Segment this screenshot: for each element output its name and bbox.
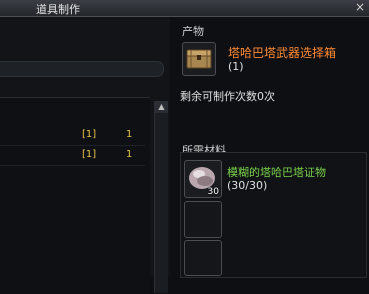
- list-item[interactable]: [1] 1: [0, 148, 145, 166]
- scroll-up-icon[interactable]: ▲: [155, 101, 168, 113]
- window-title: 道具制作: [36, 3, 80, 16]
- list-item[interactable]: [1] 1: [0, 128, 145, 146]
- list-item-tag: [1]: [82, 149, 97, 160]
- window-titlebar[interactable]: 道具制作 ×: [0, 0, 369, 17]
- remaining-crafts: 剩余可制作次数0次: [180, 90, 275, 103]
- close-icon[interactable]: ×: [355, 0, 365, 14]
- list-item-count: 1: [126, 129, 133, 140]
- list-item-count: 1: [126, 149, 133, 160]
- material-slot-empty[interactable]: [184, 240, 222, 276]
- product-section-label: 产物: [182, 25, 204, 38]
- product-quantity: (1): [228, 60, 244, 73]
- category-strip[interactable]: [0, 61, 164, 77]
- recipe-scrollbar[interactable]: ▲: [154, 101, 168, 293]
- treasure-box-icon: [186, 49, 212, 69]
- product-icon-slot[interactable]: [182, 42, 216, 76]
- material-icon-slot[interactable]: 30: [184, 160, 222, 198]
- material-quantity: (30/30): [227, 179, 268, 192]
- list-item-tag: [1]: [82, 129, 97, 140]
- recipe-panel: [1] 1 [1] 1 ▲: [0, 17, 170, 294]
- recipe-list: [1] 1 [1] 1: [0, 97, 150, 294]
- product-name: 塔哈巴塔武器选择箱: [228, 46, 337, 60]
- material-icon-count: 30: [207, 187, 219, 197]
- material-name: 模糊的塔哈巴塔证物: [227, 166, 326, 179]
- detail-panel: 产物 塔哈巴塔武器选择箱 (1) 剩余可制作次数0次 所需材料 30 模糊的塔哈…: [172, 17, 369, 278]
- material-slot-empty[interactable]: [184, 201, 222, 238]
